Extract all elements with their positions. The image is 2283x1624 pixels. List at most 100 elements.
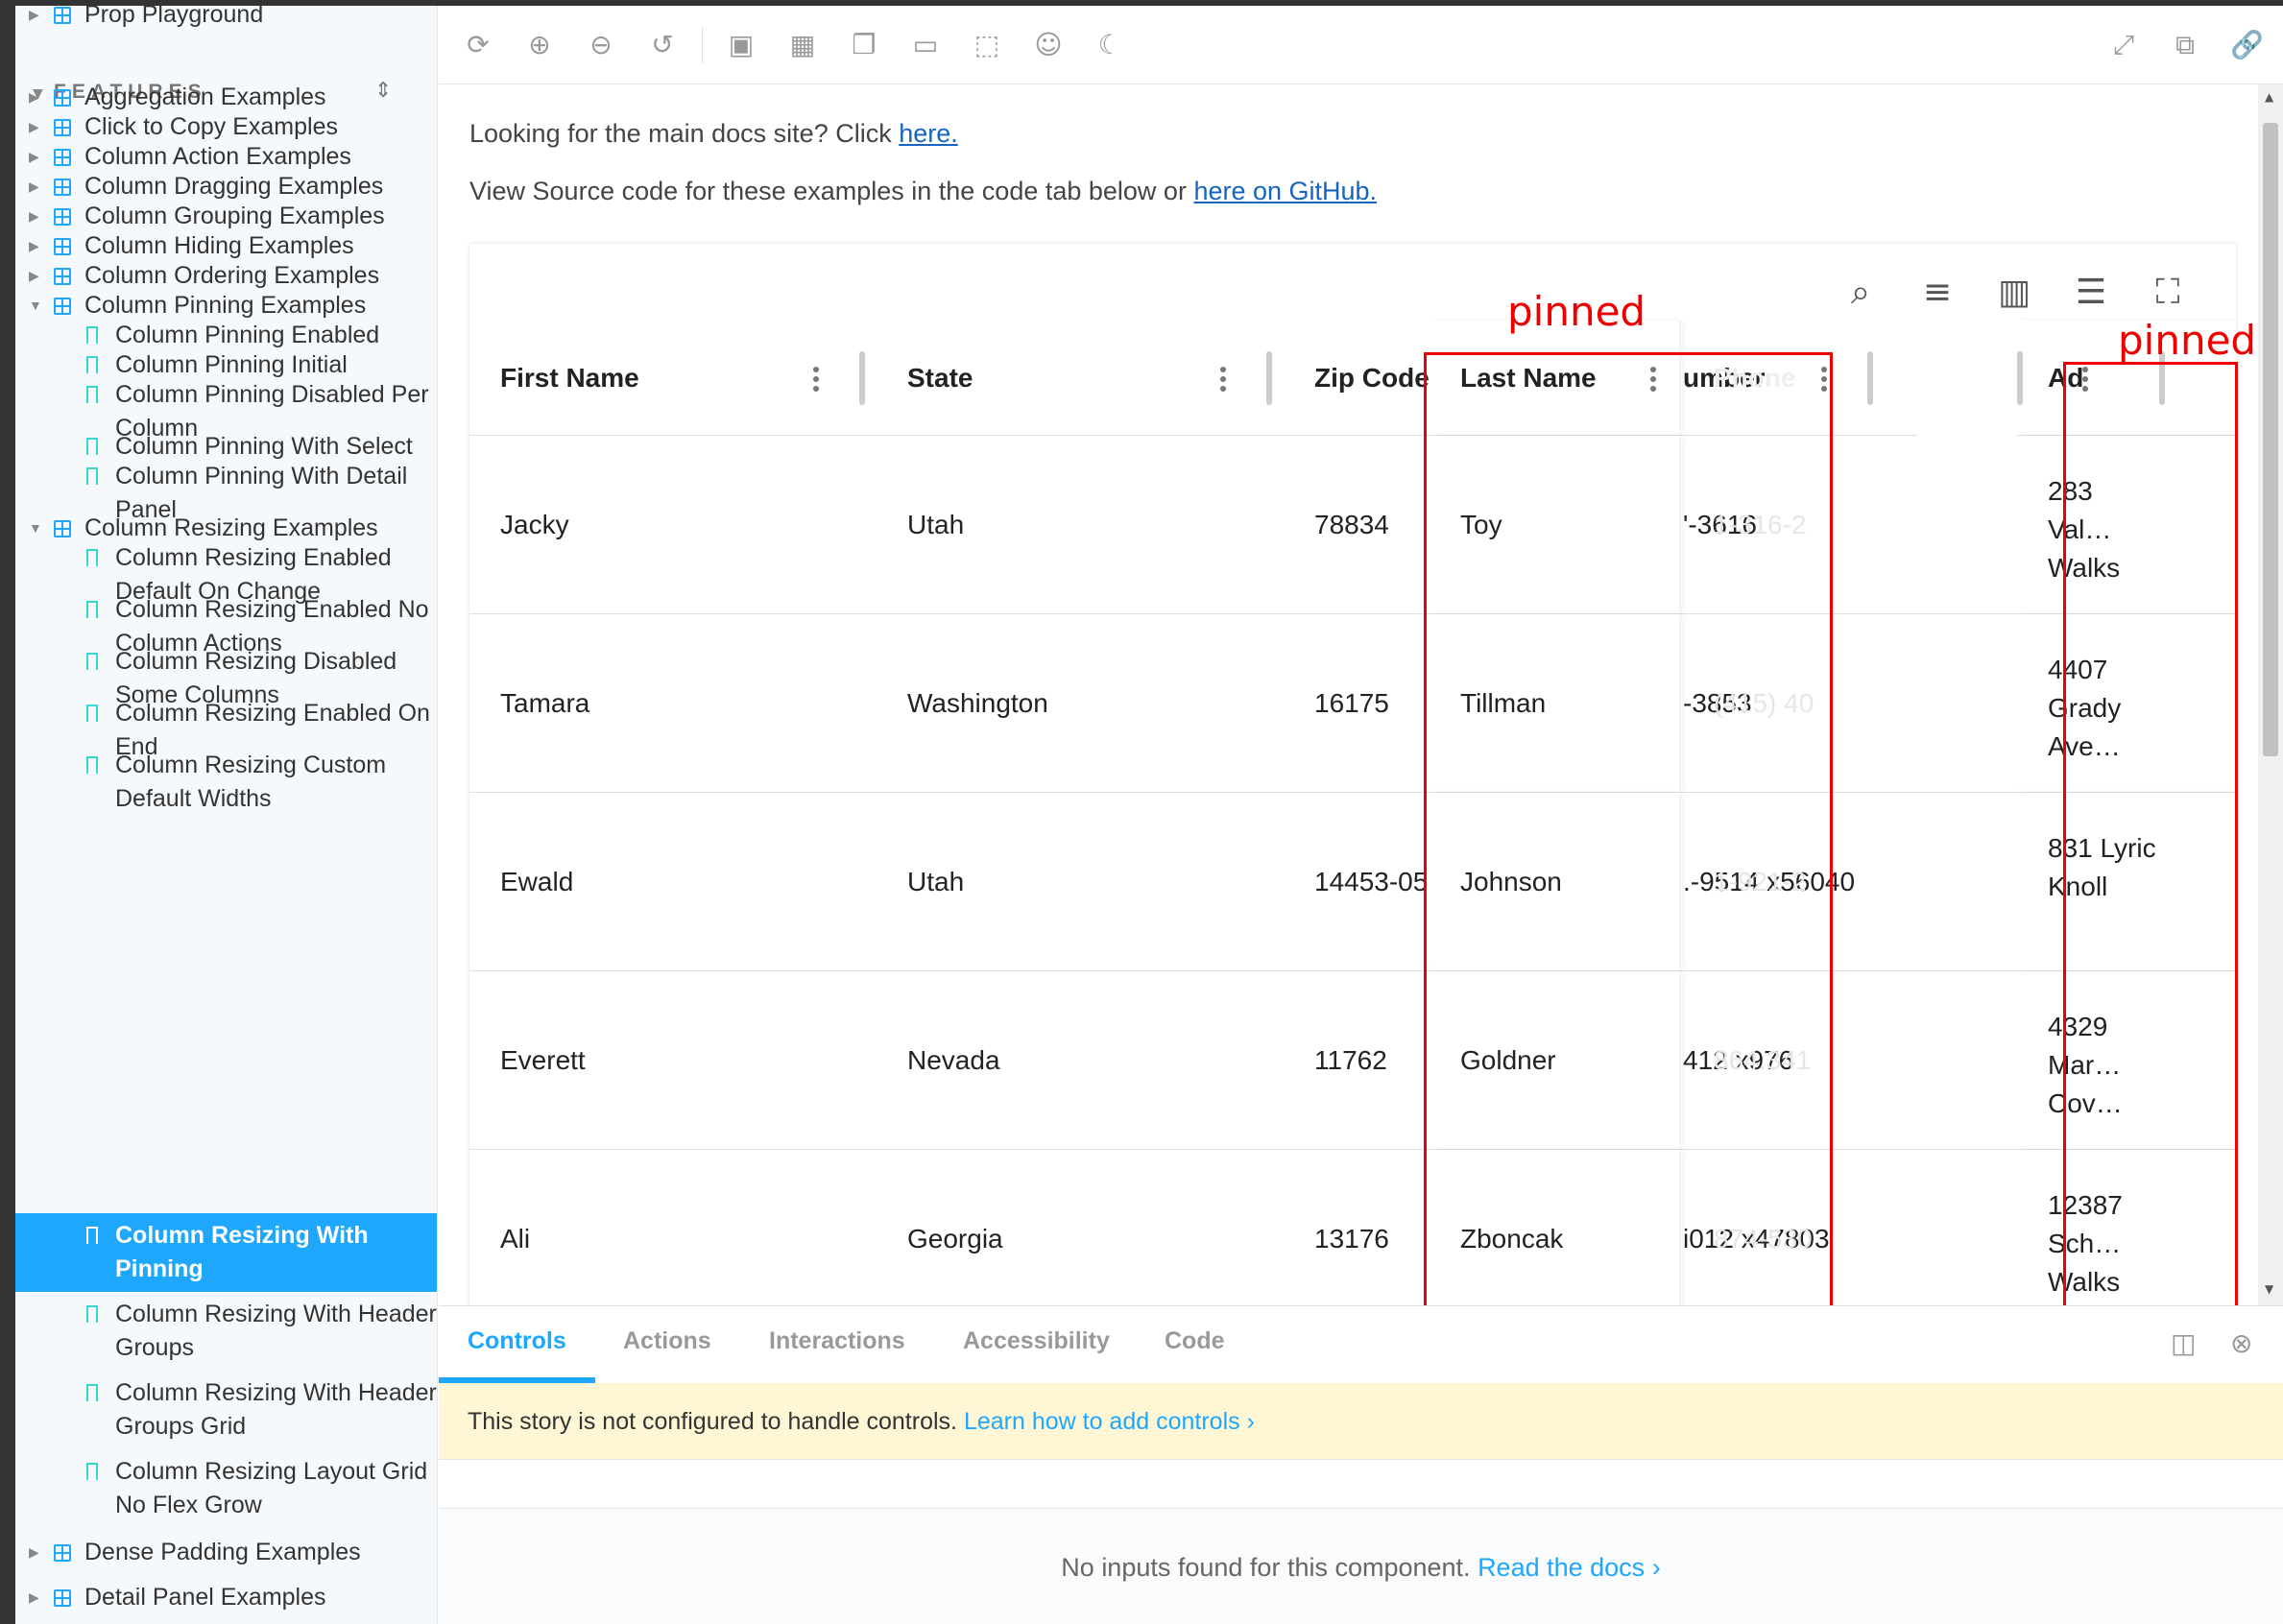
pinned-annotation-box [2063,362,2238,1331]
tab-controls[interactable]: Controls [468,1327,566,1355]
grid-icon[interactable]: ▦ [786,29,819,61]
header-state[interactable]: State [877,321,1284,436]
no-inputs-text: No inputs found for this component. [1061,1553,1478,1582]
cell-text: Washington [907,688,1048,718]
cell-text: 14453-05 [1314,867,1429,896]
header-zip-code[interactable]: Zip Code [1284,321,1437,436]
zoom-out-icon[interactable]: ⊖ [585,29,617,61]
dark-mode-icon[interactable]: ☾ [1093,29,1126,61]
cell-zip-code[interactable]: 11762 [1284,971,1437,1150]
chevron-right-icon: ▶ [29,1544,39,1560]
component-icon [54,89,71,107]
cell-first-name[interactable]: Everett [469,971,877,1150]
banner-text: This story is not configured to handle c… [468,1408,964,1435]
fullscreen-table-icon[interactable]: ⛶ [2148,273,2188,313]
intro-text: View Source code for these examples in t… [469,177,1194,205]
cell-state[interactable]: Utah [877,793,1284,971]
story-column-resizing-with-header-groups[interactable]: Column Resizing With Header Groups [15,1298,437,1365]
scrollbar-thumb[interactable] [2263,123,2278,756]
column-menu-icon[interactable] [1220,367,1226,395]
header-first-name[interactable]: First Name [469,321,877,436]
cell-state[interactable]: Nevada [877,971,1284,1150]
bookmark-icon [86,1463,98,1486]
zoom-in-icon[interactable]: ⊕ [523,29,556,61]
story-column-resizing-layout-grid-no-flex-grow[interactable]: Column Resizing Layout Grid No Flex Grow [15,1455,437,1522]
cell-zip-code[interactable]: 78834 [1284,436,1437,614]
tab-actions[interactable]: Actions [623,1327,711,1355]
resize-handle[interactable] [2017,351,2023,405]
cell-text: 78834 [1314,510,1389,539]
cell-text: Nevada [907,1045,1000,1075]
chevron-down-icon: ▼ [29,298,42,313]
panel-orientation-icon[interactable]: ◫ [2171,1327,2196,1359]
component-icon [54,208,71,226]
component-icon [54,7,71,24]
no-inputs-message: No inputs found for this component. Read… [439,1508,2283,1624]
preview-scrollbar[interactable]: ▲ ▼ [2258,84,2283,1305]
columns-icon[interactable]: ▥ [1994,273,2034,313]
scroll-down-icon[interactable]: ▼ [2265,1282,2273,1296]
column-menu-icon[interactable] [813,367,819,395]
open-new-tab-icon[interactable]: ⧉ [2169,29,2201,61]
cell-first-name[interactable]: Ali [469,1150,877,1305]
chevron-right-icon: ▶ [29,179,39,194]
left-edge-strip [0,0,15,1624]
resize-handle[interactable] [1266,351,1272,405]
cell-state[interactable]: Washington [877,614,1284,793]
tab-accessibility[interactable]: Accessibility [963,1327,1110,1355]
cell-first-name[interactable]: Tamara [469,614,877,793]
cell-first-name[interactable]: Ewald [469,793,877,971]
accessibility-icon[interactable]: ☺ [1032,29,1065,61]
close-panel-icon[interactable]: ⊗ [2230,1327,2252,1359]
read-docs-link[interactable]: Read the docs › [1478,1553,1661,1582]
component-icon [54,149,71,166]
resize-handle[interactable] [859,351,865,405]
link-label: Read the docs [1478,1553,1646,1582]
resize-handle[interactable] [1867,351,1873,405]
github-link[interactable]: here on GitHub. [1193,177,1377,205]
density-icon[interactable]: ☰ [2071,273,2111,313]
cell-zip-code[interactable]: 14453-05 [1284,793,1437,971]
tab-interactions[interactable]: Interactions [769,1327,905,1355]
component-icon [54,1589,71,1607]
cell-state[interactable]: Georgia [877,1150,1284,1305]
bookmark-icon [86,549,98,572]
story-column-resizing-with-pinning[interactable]: Column Resizing With Pinning [15,1213,437,1292]
controls-warning-banner: This story is not configured to handle c… [439,1383,2283,1460]
tab-code[interactable]: Code [1165,1327,1225,1355]
component-icon [54,1544,71,1562]
story-column-resizing-custom-default-widths[interactable]: Column Resizing Custom Default Widths [15,749,437,816]
cell-first-name[interactable]: Jacky [469,436,877,614]
outline-icon[interactable]: ⬚ [971,29,1003,61]
chevron-right-icon: ▶ [29,208,39,224]
link-label: Learn how to add controls [963,1408,1240,1435]
reload-icon[interactable]: ⟳ [462,29,494,61]
zoom-reset-icon[interactable]: ↺ [646,29,679,61]
chevron-right-icon: ▶ [29,7,39,22]
docs-site-link[interactable]: here. [899,119,958,148]
bookmark-icon [86,386,98,409]
addons-panel: Controls Actions Interactions Accessibil… [439,1305,2283,1624]
learn-controls-link[interactable]: Learn how to add controls › [964,1408,1255,1435]
background-icon[interactable]: ▣ [725,29,757,61]
viewport-icon[interactable]: ❐ [848,29,880,61]
cell-zip-code[interactable]: 16175 [1284,614,1437,793]
pinned-annotation-box [1424,352,1833,1325]
storybook-toolbar: ⟳ ⊕ ⊖ ↺ ▣ ▦ ❐ ▭ ⬚ ☺ ☾ ⤢ ⧉ 🔗 [439,6,2283,84]
cell-text: Ali [500,1224,531,1254]
bookmark-icon [86,1305,98,1328]
toolbar-separator [702,27,703,63]
search-icon[interactable]: ⌕ [1840,273,1881,313]
story-column-resizing-with-header-groups-grid[interactable]: Column Resizing With Header Groups Grid [15,1376,437,1444]
scroll-up-icon[interactable]: ▲ [2265,90,2273,104]
copy-link-icon[interactable]: 🔗 [2230,29,2264,61]
cell-zip-code[interactable]: 13176 [1284,1150,1437,1305]
fullscreen-icon[interactable]: ⤢ [2107,29,2140,61]
ruler-icon[interactable]: ▭ [909,29,942,61]
data-table: ⌕ ≡ ▥ ☰ ⛶ First Name State Zip Code umbe… [469,244,2236,1305]
component-icon [54,119,71,136]
filter-icon[interactable]: ≡ [1917,273,1958,313]
cell-state[interactable]: Utah [877,436,1284,614]
chevron-right-icon: ▶ [29,238,39,253]
cell-text: Utah [907,510,965,539]
